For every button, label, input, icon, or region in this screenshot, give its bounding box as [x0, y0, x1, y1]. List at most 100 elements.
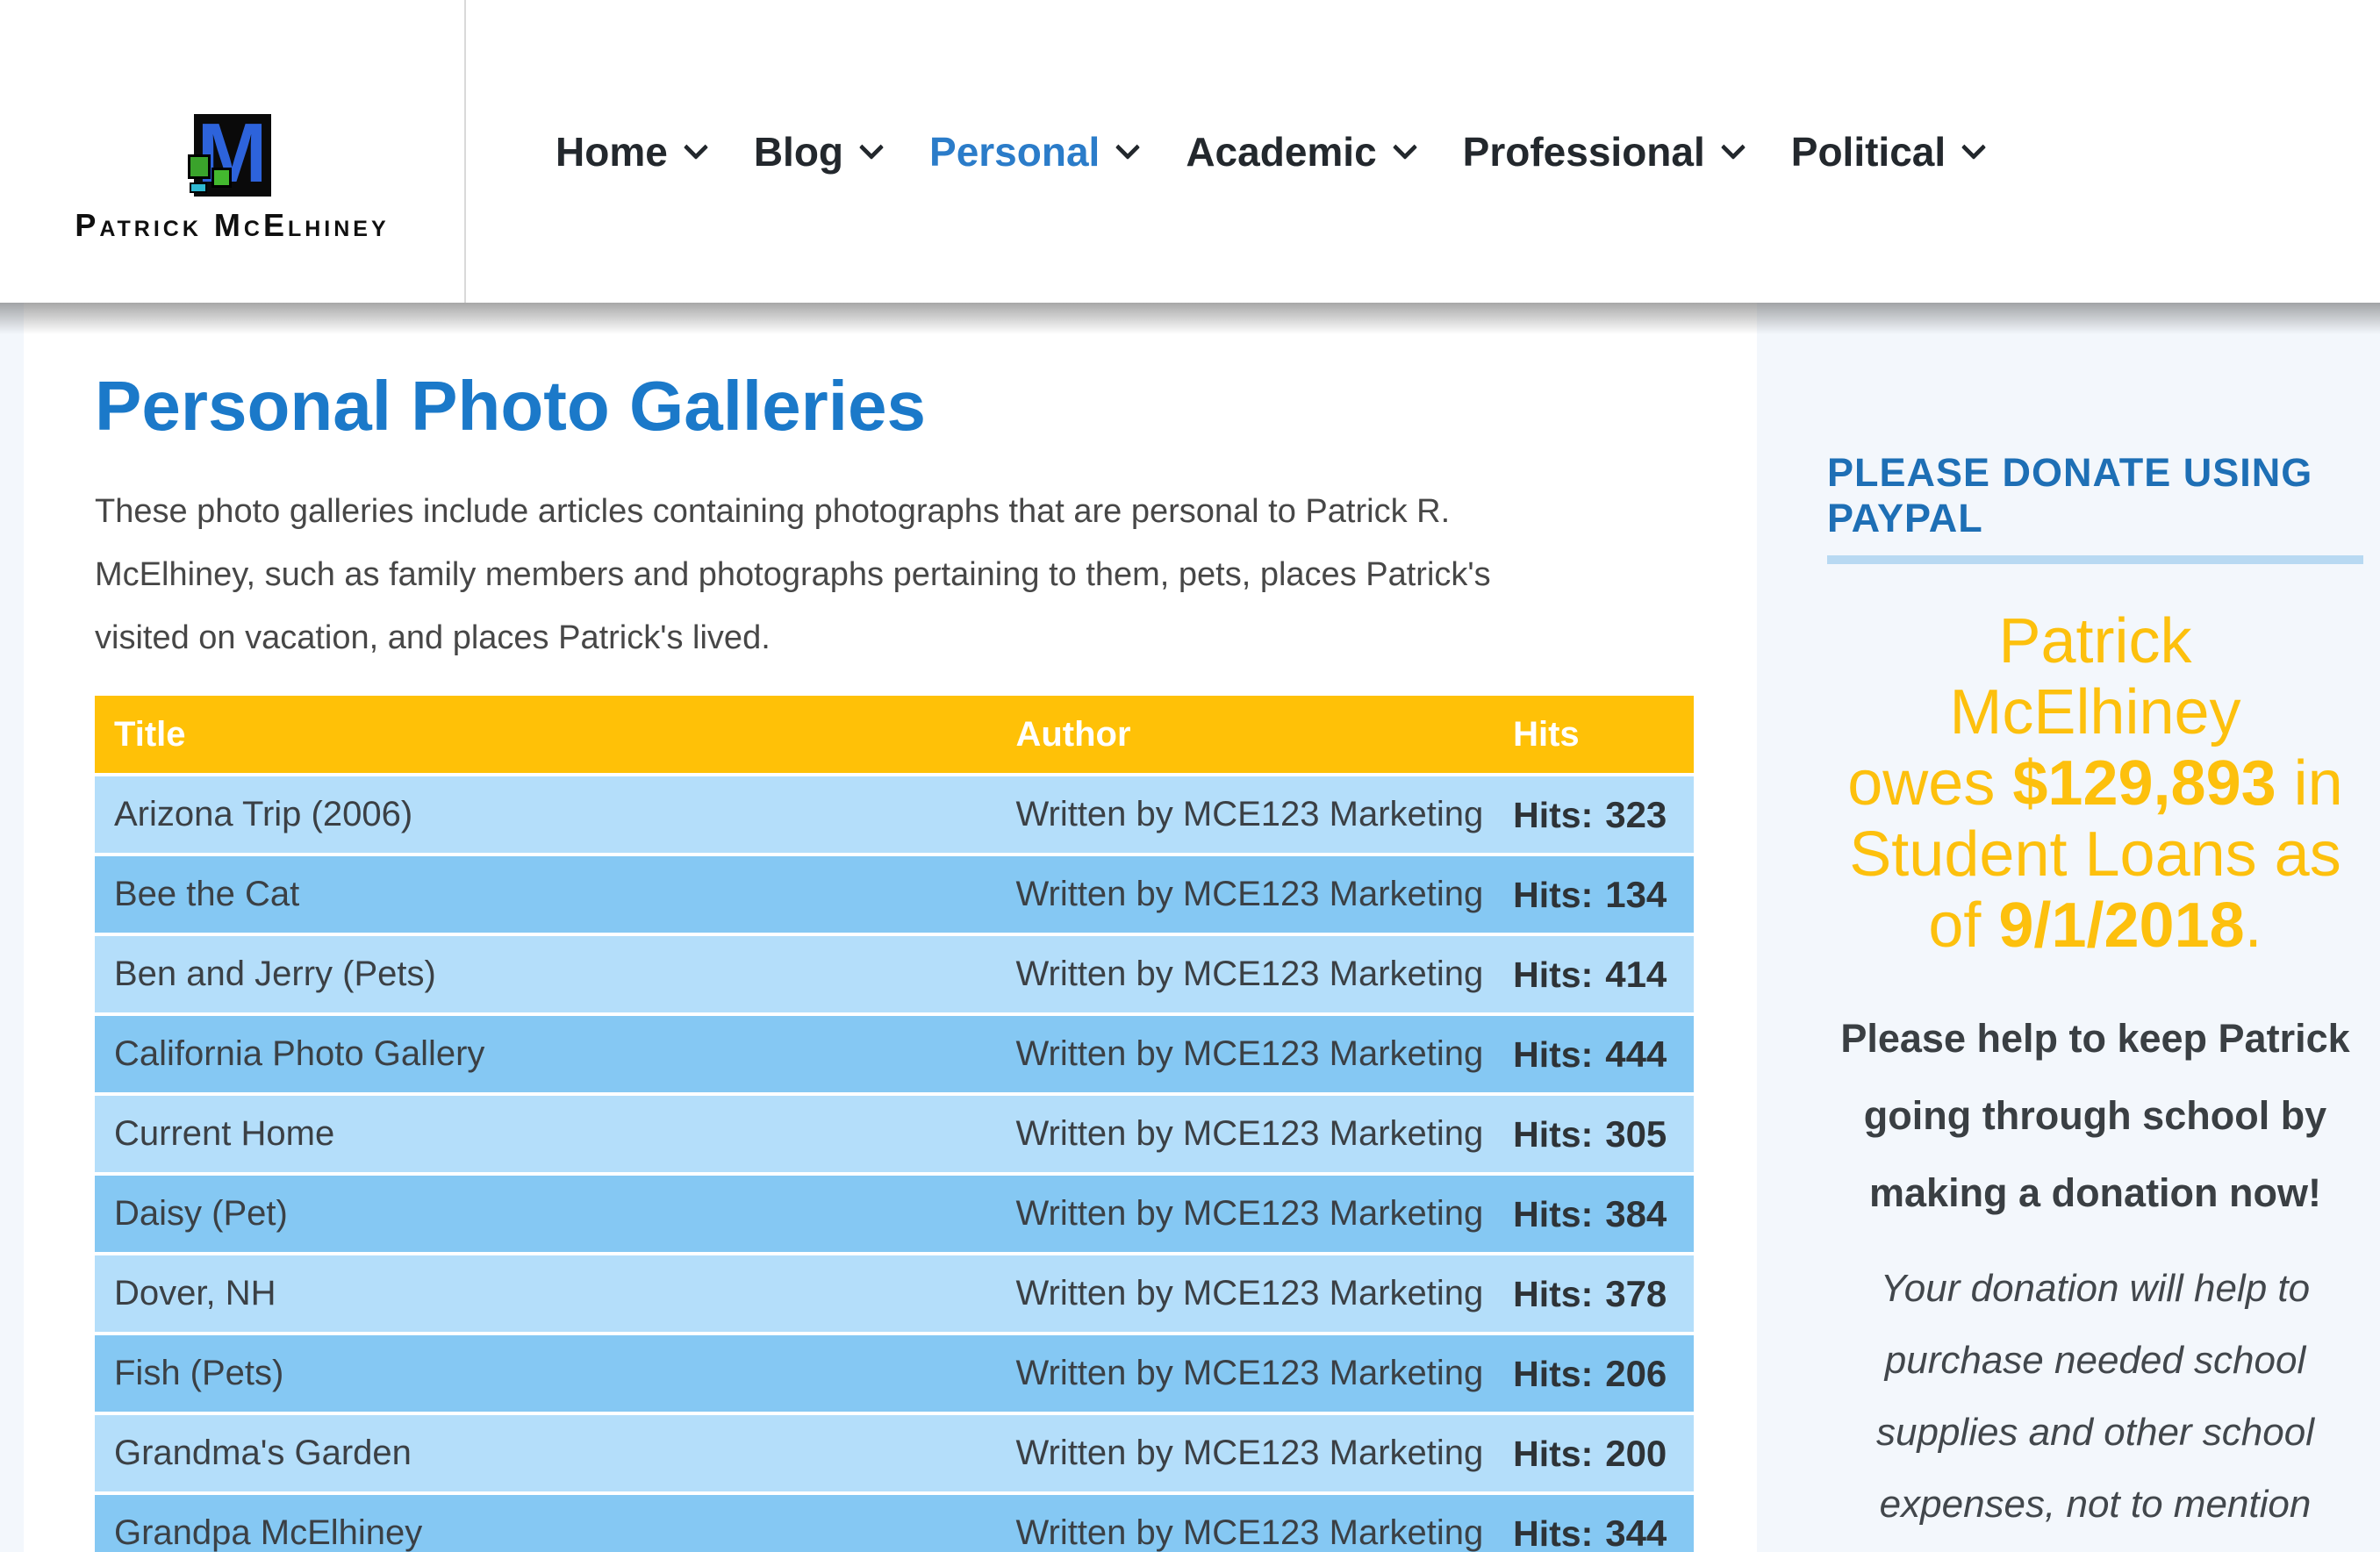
- nav-item-political[interactable]: Political: [1791, 128, 1982, 175]
- gallery-author: Written by MCE123 Marketing: [1015, 773, 1513, 853]
- donation-appeal: Please help to keep Patrick going throug…: [1827, 1000, 2363, 1232]
- table-row: Bee the CatWritten by MCE123 MarketingHi…: [95, 853, 1694, 933]
- table-row: Fish (Pets)Written by MCE123 MarketingHi…: [95, 1332, 1694, 1412]
- nav-item-label: Academic: [1186, 128, 1376, 175]
- gallery-hits: Hits: 414: [1513, 933, 1694, 1012]
- content-area: Personal Photo Galleries These photo gal…: [0, 303, 2380, 1552]
- gallery-author: Written by MCE123 Marketing: [1015, 1172, 1513, 1252]
- gallery-hits: Hits: 384: [1513, 1172, 1694, 1252]
- hits-count: 200: [1605, 1433, 1667, 1474]
- donation-note: Your donation will help to purchase need…: [1827, 1253, 2363, 1552]
- chevron-down-icon: [1961, 134, 1986, 159]
- sidebar-divider: [1827, 555, 2363, 564]
- gallery-author: Written by MCE123 Marketing: [1015, 1332, 1513, 1412]
- nav-item-label: Home: [556, 128, 668, 175]
- gallery-author: Written by MCE123 Marketing: [1015, 1012, 1513, 1092]
- gallery-author: Written by MCE123 Marketing: [1015, 1092, 1513, 1172]
- hits-count: 384: [1605, 1193, 1667, 1234]
- hits-count: 134: [1605, 874, 1667, 915]
- hits-count: 378: [1605, 1273, 1667, 1314]
- gallery-title-link[interactable]: Arizona Trip (2006): [95, 773, 1015, 853]
- logo-pixel-green-icon: [188, 154, 211, 179]
- column-header-title: Title: [95, 696, 1015, 773]
- main-nav: Home Blog Personal Academic Professional Poli…: [466, 0, 2380, 303]
- logo-pixel-green2-icon: [211, 168, 232, 188]
- table-row: Grandpa McElhineyWritten by MCE123 Marke…: [95, 1491, 1694, 1552]
- gallery-author: Written by MCE123 Marketing: [1015, 1412, 1513, 1491]
- gallery-title-link[interactable]: California Photo Gallery: [95, 1012, 1015, 1092]
- column-header-author: Author: [1015, 696, 1513, 773]
- gallery-author: Written by MCE123 Marketing: [1015, 1491, 1513, 1552]
- nav-item-academic[interactable]: Academic: [1186, 128, 1413, 175]
- gallery-title-link[interactable]: Daisy (Pet): [95, 1172, 1015, 1252]
- sidebar: PLEASE DONATE USING PAYPAL Patrick McElh…: [1757, 303, 2380, 1552]
- gallery-hits: Hits: 378: [1513, 1252, 1694, 1332]
- hits-label: Hits:: [1513, 1434, 1593, 1474]
- hits-label: Hits:: [1513, 1034, 1593, 1075]
- nav-item-label: Personal: [929, 128, 1100, 175]
- donation-message: Patrick McElhiney owes $129,893 in Stude…: [1827, 606, 2363, 962]
- gallery-title-link[interactable]: Current Home: [95, 1092, 1015, 1172]
- gallery-title-link[interactable]: Grandpa McElhiney: [95, 1491, 1015, 1552]
- chevron-down-icon: [684, 134, 708, 159]
- gallery-author: Written by MCE123 Marketing: [1015, 933, 1513, 1012]
- galleries-table: Title Author Hits Arizona Trip (2006)Wri…: [95, 696, 1694, 1552]
- page-intro: These photo galleries include articles c…: [95, 480, 1694, 669]
- gallery-title-link[interactable]: Fish (Pets): [95, 1332, 1015, 1412]
- nav-item-personal[interactable]: Personal: [929, 128, 1136, 175]
- nav-item-label: Professional: [1463, 128, 1705, 175]
- logo-m-icon: M: [194, 114, 271, 197]
- hits-label: Hits:: [1513, 1513, 1593, 1552]
- gallery-title-link[interactable]: Dover, NH: [95, 1252, 1015, 1332]
- hits-label: Hits:: [1513, 1194, 1593, 1234]
- hits-label: Hits:: [1513, 1114, 1593, 1155]
- donation-message-text: .: [2245, 890, 2262, 961]
- gallery-title-link[interactable]: Bee the Cat: [95, 853, 1015, 933]
- gallery-author: Written by MCE123 Marketing: [1015, 1252, 1513, 1332]
- hits-count: 206: [1605, 1353, 1667, 1394]
- chevron-down-icon: [1115, 134, 1140, 159]
- chevron-down-icon: [1721, 134, 1746, 159]
- donation-message-highlight: 9/1/2018: [1998, 890, 2244, 961]
- site-header: M Patrick McElhiney Home Blog Personal Acad…: [0, 0, 2380, 303]
- nav-item-blog[interactable]: Blog: [754, 128, 880, 175]
- chevron-down-icon: [1393, 134, 1417, 159]
- gallery-author: Written by MCE123 Marketing: [1015, 853, 1513, 933]
- gallery-title-link[interactable]: Grandma's Garden: [95, 1412, 1015, 1491]
- page-title: Personal Photo Galleries: [95, 362, 1694, 450]
- gallery-title-link[interactable]: Ben and Jerry (Pets): [95, 933, 1015, 1012]
- nav-item-label: Blog: [754, 128, 843, 175]
- nav-item-professional[interactable]: Professional: [1463, 128, 1742, 175]
- table-row: Daisy (Pet)Written by MCE123 MarketingHi…: [95, 1172, 1694, 1252]
- table-row: California Photo GalleryWritten by MCE12…: [95, 1012, 1694, 1092]
- donation-message-highlight: $129,893: [2012, 748, 2276, 819]
- logo-letter: M: [197, 115, 268, 192]
- nav-item-label: Political: [1791, 128, 1946, 175]
- logo-pixel-teal-icon: [190, 182, 207, 193]
- site-logo[interactable]: M Patrick McElhiney: [0, 0, 466, 303]
- column-header-hits: Hits: [1513, 696, 1694, 773]
- hits-label: Hits:: [1513, 955, 1593, 995]
- gallery-hits: Hits:134: [1513, 853, 1694, 933]
- hits-count: 305: [1605, 1113, 1667, 1155]
- hits-count: 414: [1605, 954, 1667, 995]
- table-row: Arizona Trip (2006)Written by MCE123 Mar…: [95, 773, 1694, 853]
- gallery-hits: Hits: 444: [1513, 1012, 1694, 1092]
- table-row: Current HomeWritten by MCE123 MarketingH…: [95, 1092, 1694, 1172]
- table-header-row: Title Author Hits: [95, 696, 1694, 773]
- gallery-hits: Hits: 305: [1513, 1092, 1694, 1172]
- logo-wordmark: Patrick McElhiney: [75, 207, 389, 244]
- hits-count: 344: [1605, 1513, 1667, 1552]
- hits-count: 323: [1605, 794, 1667, 835]
- gallery-hits: Hits:323: [1513, 773, 1694, 853]
- hits-count: 444: [1605, 1033, 1667, 1075]
- gallery-hits: Hits: 206: [1513, 1332, 1694, 1412]
- main-content: Personal Photo Galleries These photo gal…: [24, 303, 1757, 1552]
- hits-label: Hits:: [1513, 1274, 1593, 1314]
- table-row: Grandma's GardenWritten by MCE123 Market…: [95, 1412, 1694, 1491]
- nav-item-home[interactable]: Home: [556, 128, 705, 175]
- table-row: Dover, NHWritten by MCE123 MarketingHits…: [95, 1252, 1694, 1332]
- gallery-hits: Hits: 200: [1513, 1412, 1694, 1491]
- hits-label: Hits:: [1513, 1354, 1593, 1394]
- donate-heading: PLEASE DONATE USING PAYPAL: [1827, 450, 2363, 541]
